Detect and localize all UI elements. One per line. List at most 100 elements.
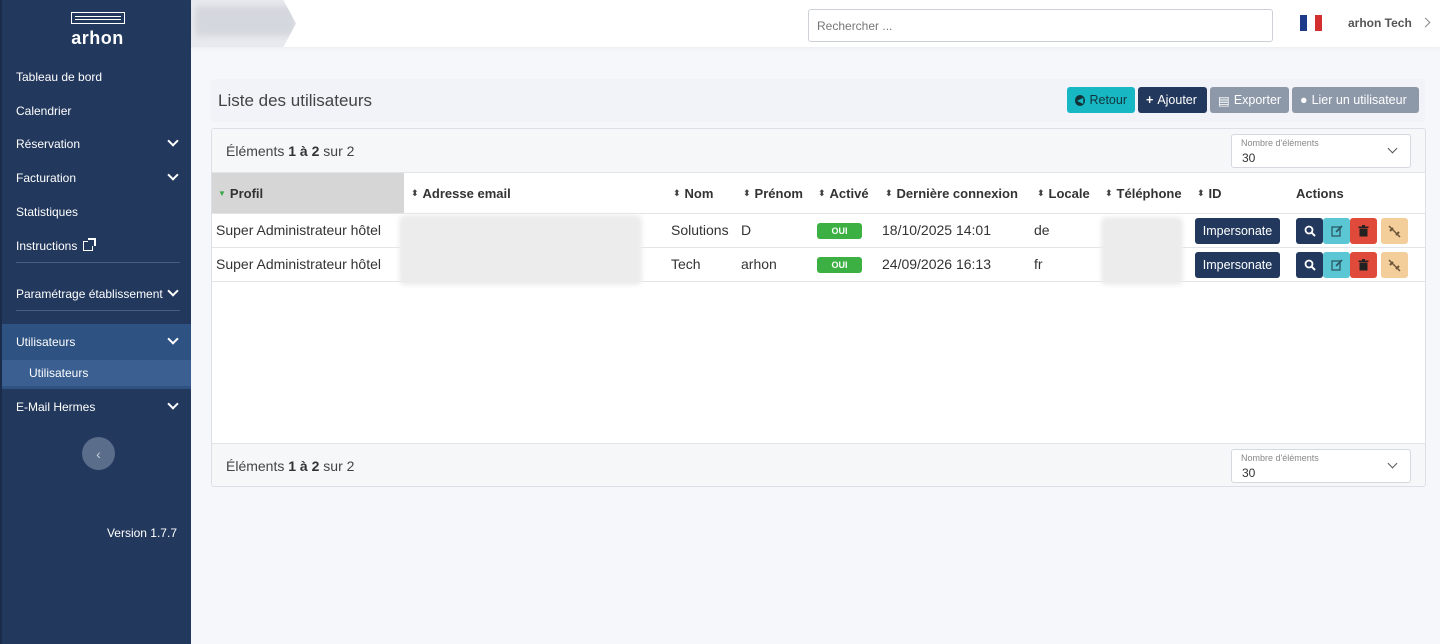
sort-icon: ⬍ (411, 187, 419, 198)
column-header-active[interactable]: ⬍ Activé (818, 173, 869, 213)
chevron-down-icon (167, 285, 179, 297)
cell-profil: Super Administrateur hôtel (216, 222, 381, 238)
user-menu-name[interactable]: arhon Tech (1348, 16, 1412, 30)
items-count: Éléments 1 à 2 sur 2 (226, 143, 354, 159)
unlink-button[interactable] (1381, 252, 1408, 278)
chevron-down-icon (167, 398, 179, 410)
sidebar-item-label: Calendrier (16, 104, 72, 118)
page-size-label: Nombre d'éléments (1241, 453, 1319, 463)
cell-nom: Tech (671, 256, 701, 272)
column-header-id[interactable]: ⬍ ID (1197, 173, 1222, 213)
edit-button[interactable] (1323, 252, 1350, 278)
sidebar-item-calendrier[interactable]: Calendrier (2, 98, 191, 124)
breadcrumb-blurred-content (195, 6, 295, 36)
page-size-value: 30 (1242, 151, 1256, 165)
sidebar-subitem-utilisateurs[interactable]: Utilisateurs (2, 360, 191, 386)
retour-label: Retour (1089, 93, 1127, 107)
impersonate-button[interactable]: Impersonate (1195, 218, 1280, 244)
view-button[interactable] (1296, 218, 1323, 244)
sidebar-item-tableau-de-bord[interactable]: Tableau de bord (2, 64, 191, 90)
column-header-derniere-connexion[interactable]: ⬍ Dernière connexion (885, 173, 1018, 213)
column-header-actions: Actions (1296, 173, 1344, 213)
search-input[interactable] (808, 9, 1273, 42)
column-header-prenom[interactable]: ⬍ Prénom (743, 173, 803, 213)
status-badge: OUI (817, 223, 862, 239)
users-table-card: Éléments 1 à 2 sur 2 Nombre d'éléments 3… (211, 128, 1426, 487)
status-badge: OUI (817, 257, 862, 273)
column-header-profil[interactable]: ▼ Profil (212, 173, 404, 213)
cell-locale: de (1034, 222, 1050, 238)
file-export-icon: ▤ (1218, 93, 1230, 108)
plus-icon: + (1146, 93, 1154, 107)
delete-button[interactable] (1350, 252, 1377, 278)
breadcrumb[interactable] (191, 0, 296, 47)
sidebar-item-reservation[interactable]: Réservation (2, 131, 191, 157)
sidebar-item-label: Utilisateurs (16, 335, 76, 349)
edit-button[interactable] (1323, 218, 1350, 244)
page-size-value: 30 (1242, 466, 1256, 480)
sidebar-item-email-hermes[interactable]: E-Mail Hermes (2, 394, 191, 420)
sort-icon: ⬍ (1105, 187, 1113, 198)
user-plus-icon: ● (1300, 93, 1308, 107)
column-header-nom[interactable]: ⬍ Nom (673, 173, 713, 213)
sidebar-item-label: Facturation (16, 171, 77, 185)
column-header-email[interactable]: ⬍ Adresse email (411, 173, 511, 213)
chevron-down-icon (1387, 458, 1398, 469)
column-label: Téléphone (1116, 185, 1182, 201)
exporter-label: Exporter (1233, 93, 1282, 107)
page-header: Liste des utilisateurs ◀ Retour + Ajouter … (211, 79, 1425, 122)
chevron-down-icon (167, 135, 179, 147)
table-toolbar-top: Éléments 1 à 2 sur 2 Nombre d'éléments 3… (212, 129, 1425, 173)
flag-fr-icon[interactable] (1300, 15, 1322, 31)
sort-icon: ⬍ (1197, 187, 1205, 198)
chevron-right-icon[interactable] (1420, 17, 1431, 28)
cell-derniere-connexion: 24/09/2026 16:13 (882, 256, 991, 272)
exporter-button[interactable]: ▤ Exporter (1210, 87, 1289, 113)
impersonate-button[interactable]: Impersonate (1195, 252, 1280, 278)
logo[interactable]: arhon (2, 12, 193, 49)
redacted-phone-cells (1101, 217, 1183, 285)
sidebar-item-label: Utilisateurs (29, 366, 89, 380)
view-button[interactable] (1296, 252, 1323, 278)
external-link-icon (83, 238, 97, 251)
page-size-label: Nombre d'éléments (1241, 138, 1319, 148)
column-label: Prénom (754, 185, 803, 201)
unlink-button[interactable] (1381, 218, 1408, 244)
chevron-left-icon: ‹ (96, 445, 101, 462)
sidebar-item-instructions[interactable]: Instructions (2, 233, 191, 259)
items-count: Éléments 1 à 2 sur 2 (226, 458, 354, 474)
page-size-select[interactable]: Nombre d'éléments 30 (1231, 134, 1411, 168)
column-label: Locale (1048, 185, 1090, 201)
lier-label: Lier un utilisateur (1311, 93, 1407, 107)
count-range: 1 à 2 (288, 458, 320, 474)
column-label: ID (1208, 185, 1222, 201)
sidebar-item-label: E-Mail Hermes (16, 400, 96, 414)
column-header-locale[interactable]: ⬍ Locale (1037, 173, 1090, 213)
sidebar-item-utilisateurs[interactable]: Utilisateurs (2, 329, 191, 355)
sidebar-item-facturation[interactable]: Facturation (2, 165, 191, 191)
column-label: Profil (229, 185, 264, 201)
sidebar-item-statistiques[interactable]: Statistiques (2, 199, 191, 225)
arrow-left-circle-icon: ◀ (1075, 94, 1086, 106)
delete-button[interactable] (1350, 218, 1377, 244)
sort-icon: ⬍ (673, 187, 681, 198)
sidebar-item-label: Instructions (16, 239, 78, 253)
trash-icon (1358, 259, 1369, 271)
sort-icon: ⬍ (1037, 187, 1045, 198)
search-icon (1304, 259, 1316, 271)
sidebar-divider (16, 310, 180, 311)
cell-locale: fr (1034, 256, 1043, 272)
ajouter-button[interactable]: + Ajouter (1138, 87, 1207, 113)
lier-utilisateur-button[interactable]: ● Lier un utilisateur (1292, 87, 1419, 113)
page-title: Liste des utilisateurs (218, 91, 373, 110)
version-text: Version 1.7.7 (106, 526, 177, 540)
unlink-icon (1388, 224, 1401, 238)
collapse-sidebar-button[interactable]: ‹ (82, 437, 115, 470)
sidebar-item-parametrage[interactable]: Paramétrage établissement (2, 281, 191, 307)
column-header-telephone[interactable]: ⬍ Téléphone (1105, 173, 1182, 213)
search-icon (1304, 225, 1316, 237)
sidebar-item-label: Paramétrage établissement (16, 287, 163, 301)
sidebar: arhon Tableau de bord Calendrier Réserva… (0, 0, 191, 644)
page-size-select[interactable]: Nombre d'éléments 30 (1231, 449, 1411, 483)
retour-button[interactable]: ◀ Retour (1067, 87, 1135, 113)
